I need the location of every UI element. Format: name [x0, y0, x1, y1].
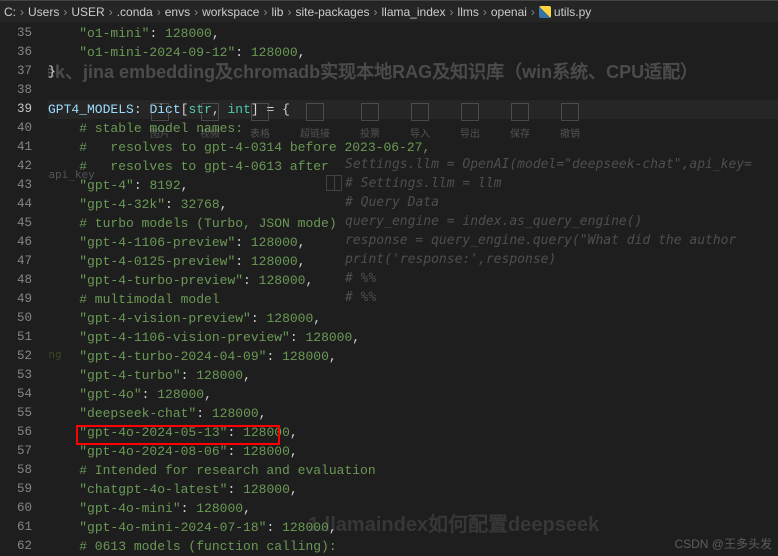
breadcrumb-crumb[interactable]: openai	[491, 5, 527, 19]
line-number: 37	[0, 62, 32, 81]
line-number: 47	[0, 252, 32, 271]
code-line[interactable]: "gpt-4o-2024-05-13": 128000,	[48, 423, 778, 442]
breadcrumb-crumb[interactable]: llama_index	[382, 5, 446, 19]
line-number-gutter: 3536373839404142434445464748495051525354…	[0, 22, 48, 556]
code-line[interactable]: "gpt-4-turbo": 128000,	[48, 366, 778, 385]
line-number: 60	[0, 499, 32, 518]
code-line[interactable]: "gpt-4o-mini-2024-07-18": 128000,	[48, 518, 778, 537]
breadcrumb-file[interactable]: utils.py	[554, 5, 591, 19]
breadcrumb-crumb[interactable]: workspace	[202, 5, 259, 19]
line-number: 45	[0, 214, 32, 233]
code-line[interactable]: "gpt-4o-mini": 128000,	[48, 499, 778, 518]
line-number: 53	[0, 366, 32, 385]
line-number: 38	[0, 81, 32, 100]
breadcrumb-crumb[interactable]: .conda	[117, 5, 153, 19]
code-line[interactable]: "gpt-4o": 128000,	[48, 385, 778, 404]
code-line[interactable]: "deepseek-chat": 128000,	[48, 404, 778, 423]
line-number: 36	[0, 43, 32, 62]
breadcrumb-crumb[interactable]: USER	[71, 5, 104, 19]
line-number: 39	[0, 100, 32, 119]
code-line[interactable]: "chatgpt-4o-latest": 128000,	[48, 480, 778, 499]
code-line[interactable]	[48, 81, 778, 100]
python-file-icon	[539, 5, 551, 19]
code-line[interactable]: "gpt-4-turbo-preview": 128000,	[48, 271, 778, 290]
breadcrumb-crumb[interactable]: lib	[271, 5, 283, 19]
code-line[interactable]: "gpt-4-32k": 32768,	[48, 195, 778, 214]
split-editor-icon[interactable]	[326, 175, 342, 191]
code-line[interactable]: "o1-mini-2024-09-12": 128000,	[48, 43, 778, 62]
line-number: 50	[0, 309, 32, 328]
line-number: 54	[0, 385, 32, 404]
breadcrumb-crumb[interactable]: Users	[28, 5, 59, 19]
line-number: 49	[0, 290, 32, 309]
code-line[interactable]: "gpt-4-vision-preview": 128000,	[48, 309, 778, 328]
line-number: 42	[0, 157, 32, 176]
code-line[interactable]: "o1-mini": 128000,	[48, 24, 778, 43]
code-line[interactable]: # multimodal model	[48, 290, 778, 309]
breadcrumb-crumb[interactable]: llms	[458, 5, 479, 19]
line-number: 51	[0, 328, 32, 347]
line-number: 62	[0, 537, 32, 556]
code-line[interactable]: "gpt-4": 8192,	[48, 176, 778, 195]
line-number: 46	[0, 233, 32, 252]
line-number: 35	[0, 24, 32, 43]
code-line[interactable]: # Intended for research and evaluation	[48, 461, 778, 480]
code-line[interactable]: # resolves to gpt-4-0314 before 2023-06-…	[48, 138, 778, 157]
line-number: 61	[0, 518, 32, 537]
code-line[interactable]: "gpt-4o-2024-08-06": 128000,	[48, 442, 778, 461]
line-number: 55	[0, 404, 32, 423]
line-number: 43	[0, 176, 32, 195]
code-line[interactable]: GPT4_MODELS: Dict[str, int] = {	[48, 100, 778, 119]
code-line[interactable]: "gpt-4-1106-vision-preview": 128000,	[48, 328, 778, 347]
code-line[interactable]: "gpt-4-1106-preview": 128000,	[48, 233, 778, 252]
line-number: 59	[0, 480, 32, 499]
line-number: 44	[0, 195, 32, 214]
breadcrumb-crumb[interactable]: envs	[165, 5, 190, 19]
code-area[interactable]: "o1-mini": 128000, "o1-mini-2024-09-12":…	[48, 22, 778, 556]
line-number: 56	[0, 423, 32, 442]
line-number: 58	[0, 461, 32, 480]
code-line[interactable]: # stable model names:	[48, 119, 778, 138]
code-editor[interactable]: 3536373839404142434445464748495051525354…	[0, 22, 778, 556]
watermark: CSDN @王多头发	[674, 535, 772, 552]
code-line[interactable]: }	[48, 62, 778, 81]
line-number: 52	[0, 347, 32, 366]
line-number: 40	[0, 119, 32, 138]
code-line[interactable]: "gpt-4-0125-preview": 128000,	[48, 252, 778, 271]
code-line[interactable]: # 0613 models (function calling):	[48, 537, 778, 556]
code-line[interactable]: # resolves to gpt-4-0613 after	[48, 157, 778, 176]
breadcrumb-crumb[interactable]: site-packages	[295, 5, 369, 19]
line-number: 48	[0, 271, 32, 290]
code-line[interactable]: "gpt-4-turbo-2024-04-09": 128000,	[48, 347, 778, 366]
breadcrumb[interactable]: C:› Users› USER› .conda› envs› workspace…	[0, 0, 778, 22]
line-number: 41	[0, 138, 32, 157]
line-number: 57	[0, 442, 32, 461]
breadcrumb-crumb[interactable]: C:	[4, 5, 16, 19]
code-line[interactable]: # turbo models (Turbo, JSON mode)	[48, 214, 778, 233]
